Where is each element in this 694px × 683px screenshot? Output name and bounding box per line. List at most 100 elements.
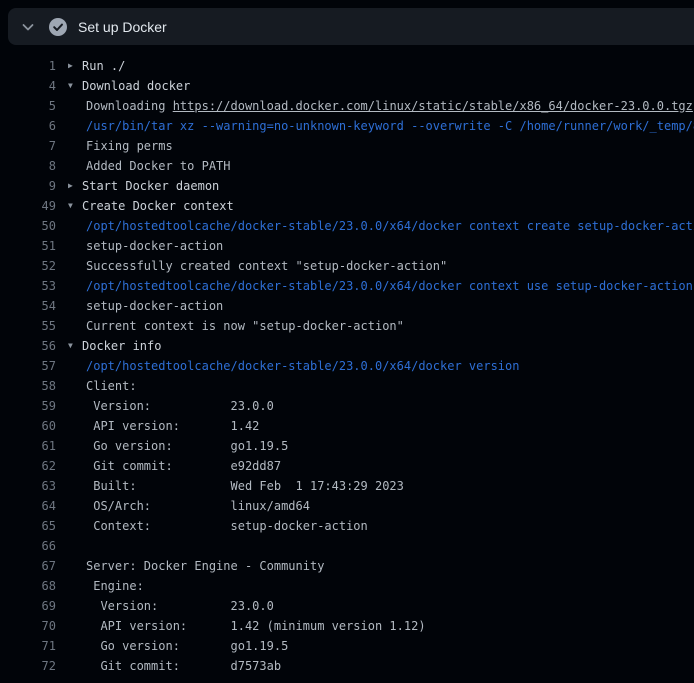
line-number[interactable]: 72 <box>0 659 56 673</box>
log-text: Client: <box>82 379 137 393</box>
log-line-51: 51 setup-docker-action <box>0 236 694 256</box>
line-number[interactable]: 52 <box>0 259 56 273</box>
line-number[interactable]: 51 <box>0 239 56 253</box>
log-line-1[interactable]: 1 ▶ Run ./ <box>0 56 694 76</box>
log-line-49[interactable]: 49 ▼ Create Docker context <box>0 196 694 216</box>
log-text: Version: 23.0.0 <box>82 399 274 413</box>
log-text: /opt/hostedtoolcache/docker-stable/23.0.… <box>82 359 519 373</box>
line-number[interactable]: 9 <box>0 179 56 193</box>
log-text: Engine: <box>82 579 144 593</box>
log-text: Built: Wed Feb 1 17:43:29 2023 <box>82 479 404 493</box>
line-number[interactable]: 64 <box>0 499 56 513</box>
line-number[interactable]: 56 <box>0 339 56 353</box>
line-number[interactable]: 49 <box>0 199 56 213</box>
log-text: Go version: go1.19.5 <box>82 439 288 453</box>
line-number[interactable]: 4 <box>0 79 56 93</box>
triangle-down-icon: ▼ <box>56 196 82 216</box>
log-text: Context: setup-docker-action <box>82 519 368 533</box>
line-number[interactable]: 67 <box>0 559 56 573</box>
triangle-right-icon: ▶ <box>56 176 82 196</box>
line-number[interactable]: 63 <box>0 479 56 493</box>
log-text: Successfully created context "setup-dock… <box>82 259 447 273</box>
line-number[interactable]: 61 <box>0 439 56 453</box>
line-number[interactable]: 58 <box>0 379 56 393</box>
line-number[interactable]: 59 <box>0 399 56 413</box>
log-text: /usr/bin/tar xz --warning=no-unknown-key… <box>82 119 694 133</box>
log-text: /opt/hostedtoolcache/docker-stable/23.0.… <box>82 219 694 233</box>
log-line-53: 53 /opt/hostedtoolcache/docker-stable/23… <box>0 276 694 296</box>
log-line-72: 72 Git commit: d7573ab <box>0 656 694 676</box>
log-text: API version: 1.42 (minimum version 1.12) <box>82 619 426 633</box>
line-number[interactable]: 8 <box>0 159 56 173</box>
log-line-54: 54 setup-docker-action <box>0 296 694 316</box>
log-text: Server: Docker Engine - Community <box>82 559 324 573</box>
log-text: OS/Arch: linux/amd64 <box>82 499 310 513</box>
log-text: Git commit: e92dd87 <box>82 459 281 473</box>
log-text-prefix: Downloading <box>86 99 173 113</box>
log-line-58: 58 Client: <box>0 376 694 396</box>
log-text: setup-docker-action <box>82 299 223 313</box>
line-number[interactable]: 60 <box>0 419 56 433</box>
log-line-9[interactable]: 9 ▶ Start Docker daemon <box>0 176 694 196</box>
line-number[interactable]: 7 <box>0 139 56 153</box>
triangle-down-icon: ▼ <box>56 76 82 96</box>
chevron-down-icon[interactable] <box>20 19 36 35</box>
log-line-50: 50 /opt/hostedtoolcache/docker-stable/23… <box>0 216 694 236</box>
log-text: Create Docker context <box>82 199 234 213</box>
log-text: Download docker <box>82 79 190 93</box>
line-number[interactable]: 71 <box>0 639 56 653</box>
log-text: Go version: go1.19.5 <box>82 639 288 653</box>
log-line-6: 6 /usr/bin/tar xz --warning=no-unknown-k… <box>0 116 694 136</box>
log-line-70: 70 API version: 1.42 (minimum version 1.… <box>0 616 694 636</box>
log-line-71: 71 Go version: go1.19.5 <box>0 636 694 656</box>
log-line-64: 64 OS/Arch: linux/amd64 <box>0 496 694 516</box>
line-number[interactable]: 70 <box>0 619 56 633</box>
line-number[interactable]: 50 <box>0 219 56 233</box>
log-line-5: 5 Downloading https://download.docker.co… <box>0 96 694 116</box>
log-text: Start Docker daemon <box>82 179 219 193</box>
line-number[interactable]: 54 <box>0 299 56 313</box>
log-text: Docker info <box>82 339 161 353</box>
line-number[interactable]: 66 <box>0 539 56 553</box>
log-line-4[interactable]: 4 ▼ Download docker <box>0 76 694 96</box>
log-text: Run ./ <box>82 59 125 73</box>
log-text: API version: 1.42 <box>82 419 259 433</box>
line-number[interactable]: 55 <box>0 319 56 333</box>
line-number[interactable]: 69 <box>0 599 56 613</box>
log-line-62: 62 Git commit: e92dd87 <box>0 456 694 476</box>
check-circle-icon <box>48 17 68 37</box>
log-line-59: 59 Version: 23.0.0 <box>0 396 694 416</box>
log-line-61: 61 Go version: go1.19.5 <box>0 436 694 456</box>
log-line-55: 55 Current context is now "setup-docker-… <box>0 316 694 336</box>
log-text: Added Docker to PATH <box>82 159 231 173</box>
triangle-down-icon: ▼ <box>56 336 82 356</box>
log-lines: 1 ▶ Run ./ 4 ▼ Download docker 5 Downloa… <box>0 45 694 676</box>
line-number[interactable]: 53 <box>0 279 56 293</box>
log-line-52: 52 Successfully created context "setup-d… <box>0 256 694 276</box>
log-line-56[interactable]: 56 ▼ Docker info <box>0 336 694 356</box>
log-line-57: 57 /opt/hostedtoolcache/docker-stable/23… <box>0 356 694 376</box>
log-text: setup-docker-action <box>82 239 223 253</box>
line-number[interactable]: 6 <box>0 119 56 133</box>
line-number[interactable]: 65 <box>0 519 56 533</box>
step-title: Set up Docker <box>78 19 167 35</box>
line-number[interactable]: 1 <box>0 59 56 73</box>
log-text: Fixing perms <box>82 139 173 153</box>
log-line-69: 69 Version: 23.0.0 <box>0 596 694 616</box>
log-text: /opt/hostedtoolcache/docker-stable/23.0.… <box>82 279 693 293</box>
log-line-68: 68 Engine: <box>0 576 694 596</box>
log-line-60: 60 API version: 1.42 <box>0 416 694 436</box>
line-number[interactable]: 62 <box>0 459 56 473</box>
log-text: Version: 23.0.0 <box>82 599 274 613</box>
download-url-link[interactable]: https://download.docker.com/linux/static… <box>173 99 693 113</box>
log-text: Current context is now "setup-docker-act… <box>82 319 404 333</box>
line-number[interactable]: 68 <box>0 579 56 593</box>
log-text: Git commit: d7573ab <box>82 659 281 673</box>
log-line-63: 63 Built: Wed Feb 1 17:43:29 2023 <box>0 476 694 496</box>
step-header[interactable]: Set up Docker <box>8 8 694 45</box>
log-line-8: 8 Added Docker to PATH <box>0 156 694 176</box>
line-number[interactable]: 57 <box>0 359 56 373</box>
triangle-right-icon: ▶ <box>56 56 82 76</box>
log-line-7: 7 Fixing perms <box>0 136 694 156</box>
line-number[interactable]: 5 <box>0 99 56 113</box>
